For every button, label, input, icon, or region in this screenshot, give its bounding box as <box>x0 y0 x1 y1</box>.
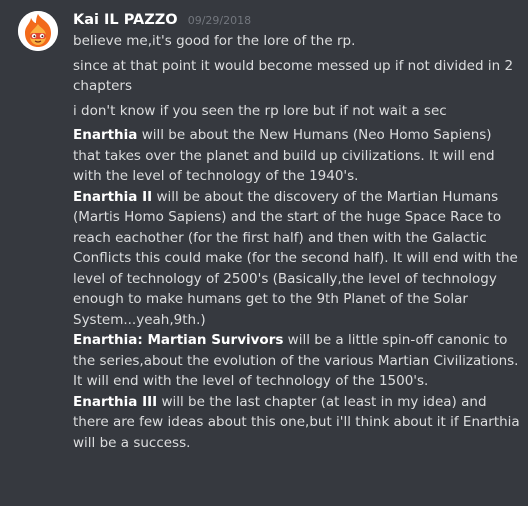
lore-paragraph: Enarthia: Martian Survivors will be a li… <box>73 330 520 392</box>
timestamp: 09/29/2018 <box>187 14 252 27</box>
chat-message: Kai IL PAZZO 09/29/2018 believe me,it's … <box>0 0 528 506</box>
paragraph-title: Enarthia <box>73 127 138 143</box>
message-header: Kai IL PAZZO 09/29/2018 <box>73 9 251 31</box>
message-body: believe me,it's good for the lore of the… <box>73 31 520 453</box>
username[interactable]: Kai IL PAZZO <box>73 12 178 28</box>
lore-paragraph: Enarthia will be about the New Humans (N… <box>73 125 520 187</box>
paragraph-title: Enarthia III <box>73 393 158 410</box>
paragraph-title: Enarthia II <box>73 188 153 205</box>
lore-paragraph: Enarthia II will be about the discovery … <box>73 187 520 331</box>
message-line: since at that point it would become mess… <box>73 57 514 95</box>
avatar[interactable] <box>18 11 58 51</box>
message-line: i don't know if you seen the rp lore but… <box>73 102 447 119</box>
paragraph-text: will be about the New Humans (Neo Homo S… <box>73 127 495 184</box>
lore-paragraph: Enarthia III will be the last chapter (a… <box>73 392 520 454</box>
paragraph-title: Enarthia: Martian Survivors <box>73 332 284 348</box>
paragraph-text: will be about the discovery of the Marti… <box>73 188 518 328</box>
fire-face-avatar-icon <box>18 11 58 51</box>
message-line: believe me,it's good for the lore of the… <box>73 33 356 49</box>
